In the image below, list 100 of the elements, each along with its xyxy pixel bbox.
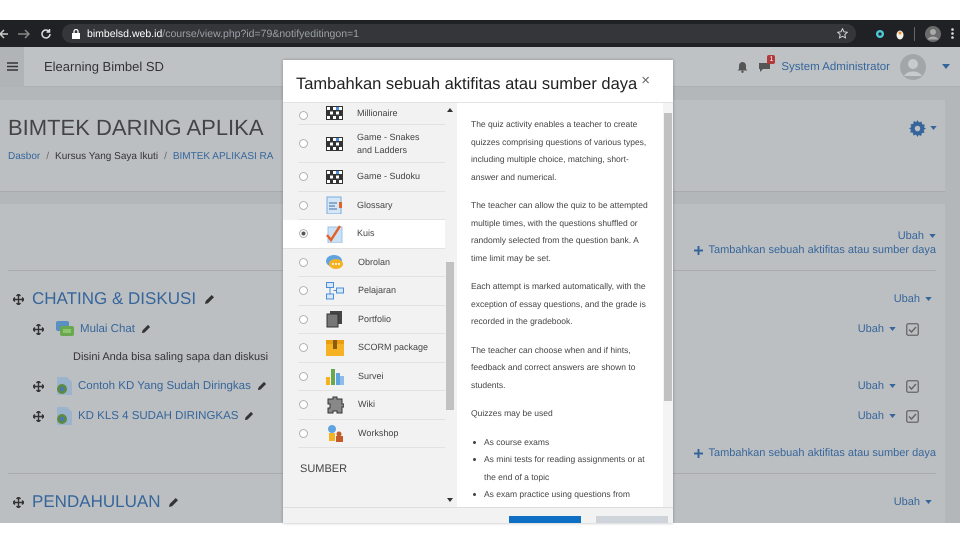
- flowchart-icon: [326, 282, 344, 300]
- pencil-icon[interactable]: [168, 496, 180, 508]
- radio-button[interactable]: [299, 258, 308, 267]
- radio-button[interactable]: [299, 139, 308, 148]
- edit-menu[interactable]: Ubah: [858, 323, 896, 335]
- address-bar[interactable]: bimbelsd.web.id/course/view.php?id=79&notifyeditingon=1: [62, 24, 856, 43]
- activity-option[interactable]: Pelajaran: [298, 277, 445, 306]
- radio-button[interactable]: [299, 372, 308, 381]
- activity-option[interactable]: Workshop: [298, 420, 445, 448]
- radio-button[interactable]: [299, 172, 308, 182]
- chat-icon: [56, 321, 74, 337]
- activity-link[interactable]: KD KLS 4 SUDAH DIRINGKAS: [78, 410, 238, 422]
- breadcrumb-link[interactable]: BIMTEK APLIKASI RA: [172, 151, 274, 162]
- scrollbar[interactable]: [663, 103, 673, 507]
- close-button[interactable]: ×: [641, 76, 650, 86]
- radio-button[interactable]: [299, 286, 308, 296]
- plus-icon[interactable]: [694, 246, 703, 254]
- site-name[interactable]: Elearning Bimbel SD: [44, 59, 164, 74]
- caret-icon[interactable]: [925, 500, 932, 504]
- activity-link[interactable]: Mulai Chat: [80, 323, 135, 335]
- bell-icon[interactable]: [737, 60, 748, 72]
- plus-icon[interactable]: [694, 448, 703, 458]
- caret-icon[interactable]: [925, 297, 932, 301]
- speech-bubble-icon[interactable]: [758, 60, 772, 72]
- pencil-icon[interactable]: [140, 324, 151, 334]
- add-activity-link[interactable]: Tambahkan sebuah aktifitas atau sumber daya: [694, 447, 936, 459]
- move-icon[interactable]: [33, 324, 44, 334]
- caret-icon[interactable]: [929, 234, 936, 238]
- caret-icon[interactable]: [889, 414, 896, 418]
- activity-option[interactable]: Game - Sudoku: [298, 163, 445, 192]
- grid-icon: [326, 170, 343, 184]
- edit-menu[interactable]: Ubah: [858, 410, 896, 422]
- caret-icon[interactable]: [930, 126, 937, 130]
- activity-option[interactable]: Portfolio: [298, 306, 445, 334]
- description-paragraph: The teacher can allow the quiz to be attempted multiple times, with the questions shuffled or randomly selected from the question bank. A time limit may be set.: [471, 199, 649, 265]
- puzzle-icon: [326, 396, 344, 414]
- menu-icon[interactable]: [951, 28, 954, 39]
- checkmark-icon: [326, 224, 343, 243]
- activity-option[interactable]: Millionaire: [298, 103, 445, 125]
- menu-button[interactable]: [0, 46, 24, 86]
- scroll-down-arrow-icon[interactable]: [447, 498, 453, 502]
- speech-bubble-icon: [326, 254, 344, 271]
- radio-button[interactable]: [299, 314, 308, 324]
- radio-button[interactable]: [299, 111, 308, 120]
- pencil-icon[interactable]: [244, 411, 254, 421]
- profile-avatar-icon[interactable]: [925, 26, 941, 42]
- globe-document-icon: [56, 407, 72, 425]
- activity-option[interactable]: SCORM package: [298, 334, 445, 362]
- activity-option[interactable]: Game - Snakes and Ladders: [298, 125, 445, 163]
- user-name[interactable]: System Administrator: [781, 60, 890, 72]
- section-title[interactable]: CHATING & DISKUSI: [32, 289, 196, 309]
- caret-icon[interactable]: [889, 327, 896, 331]
- radio-button[interactable]: [299, 200, 308, 210]
- edit-menu[interactable]: Ubah: [894, 293, 932, 305]
- move-icon[interactable]: [13, 496, 24, 508]
- description-bullet: As exam practice using questions from: [471, 486, 655, 504]
- pencil-icon[interactable]: [256, 381, 267, 391]
- radio-button[interactable]: [299, 400, 308, 410]
- caret-icon[interactable]: [942, 64, 950, 69]
- people-icon: [326, 424, 344, 442]
- reload-icon[interactable]: [40, 28, 52, 40]
- caret-icon[interactable]: [889, 384, 896, 388]
- pencil-icon[interactable]: [204, 294, 216, 304]
- activity-option[interactable]: Wiki: [298, 391, 445, 420]
- move-icon[interactable]: [13, 294, 24, 304]
- back-icon[interactable]: [0, 28, 8, 38]
- breadcrumb-text: Kursus Yang Saya Ikuti: [55, 151, 158, 162]
- checkbox[interactable]: [906, 380, 919, 392]
- forward-icon[interactable]: [18, 28, 30, 38]
- description-bullet: As mini tests for reading assignments or at the end of a topic: [471, 451, 655, 486]
- lock-icon: [72, 28, 80, 38]
- edit-menu[interactable]: Ubah: [858, 380, 896, 392]
- description-paragraph: The quiz activity enables a teacher to create quizzes comprising questions of various types, including multiple choice, matching, short-answer and numerical.: [471, 118, 648, 184]
- checkbox[interactable]: [906, 322, 919, 336]
- activity-option[interactable]: Survei: [298, 362, 445, 391]
- edit-menu[interactable]: Ubah: [898, 230, 936, 242]
- star-icon[interactable]: [837, 28, 848, 39]
- add-activity-link[interactable]: Tambahkan sebuah aktifitas atau sumber daya: [694, 244, 936, 256]
- globe-document-icon: [56, 377, 72, 395]
- radio-button[interactable]: [299, 428, 308, 438]
- move-icon[interactable]: [33, 380, 44, 392]
- activity-link[interactable]: Contoh KD Yang Sudah Diringkas: [78, 380, 251, 392]
- breadcrumb-separator: /: [164, 151, 167, 162]
- activity-option[interactable]: Obrolan: [298, 248, 445, 277]
- breadcrumb-separator: /: [46, 151, 50, 162]
- menu-icon[interactable]: [6, 62, 18, 71]
- section-title[interactable]: PENDAHULUAN: [32, 492, 160, 512]
- description-bullet: As course exams: [471, 434, 655, 451]
- activity-option[interactable]: Kuis: [283, 220, 445, 248]
- scroll-up-arrow-icon[interactable]: [447, 108, 453, 112]
- radio-button[interactable]: [299, 343, 308, 352]
- extension-icon[interactable]: [896, 28, 904, 40]
- edit-menu[interactable]: Ubah: [894, 496, 932, 508]
- checkbox[interactable]: [906, 410, 919, 422]
- settings-menu[interactable]: [909, 120, 937, 136]
- radio-button[interactable]: [299, 229, 308, 238]
- breadcrumb-link[interactable]: Dasbor: [8, 151, 40, 162]
- package-icon: [326, 338, 344, 357]
- move-icon[interactable]: [33, 410, 44, 422]
- grid-icon: [326, 136, 343, 150]
